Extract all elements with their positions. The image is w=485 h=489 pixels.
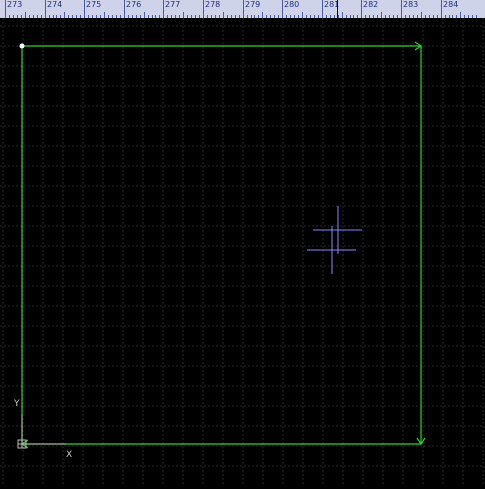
ruler-tick [124,0,125,18]
ruler-label-275: 275 [86,0,102,9]
ruler-tick [282,0,283,18]
drawing-canvas[interactable]: Y X [0,18,485,485]
ruler-tick [84,0,85,18]
drawing-svg [0,18,485,485]
ruler-label-274: 274 [47,0,63,9]
ruler-label-280: 280 [284,0,300,9]
y-axis-label: Y [14,399,20,409]
ruler-label-273: 273 [7,0,23,9]
ruler-tick [401,0,402,18]
ruler-label-277: 277 [165,0,181,9]
ruler-cursor-indicator [337,0,338,23]
top-ruler[interactable]: 273 274 275 276 277 278 279 280 281 282 283 284 [0,0,485,18]
ruler-tick [5,0,6,18]
ruler-tick [361,0,362,18]
ruler-label-279: 279 [245,0,261,9]
ruler-label-283: 283 [403,0,419,9]
start-point-icon [19,43,25,49]
ruler-tick [441,0,442,18]
x-axis-label: X [66,450,73,460]
ruler-label-276: 276 [126,0,142,9]
ruler-tick [322,0,323,18]
ruler-label-282: 282 [363,0,379,9]
ruler-label-278: 278 [205,0,221,9]
ruler-label-284: 284 [443,0,459,9]
ruler-tick [163,0,164,18]
ruler-tick [203,0,204,18]
ruler-tick [243,0,244,18]
ruler-tick [45,0,46,18]
